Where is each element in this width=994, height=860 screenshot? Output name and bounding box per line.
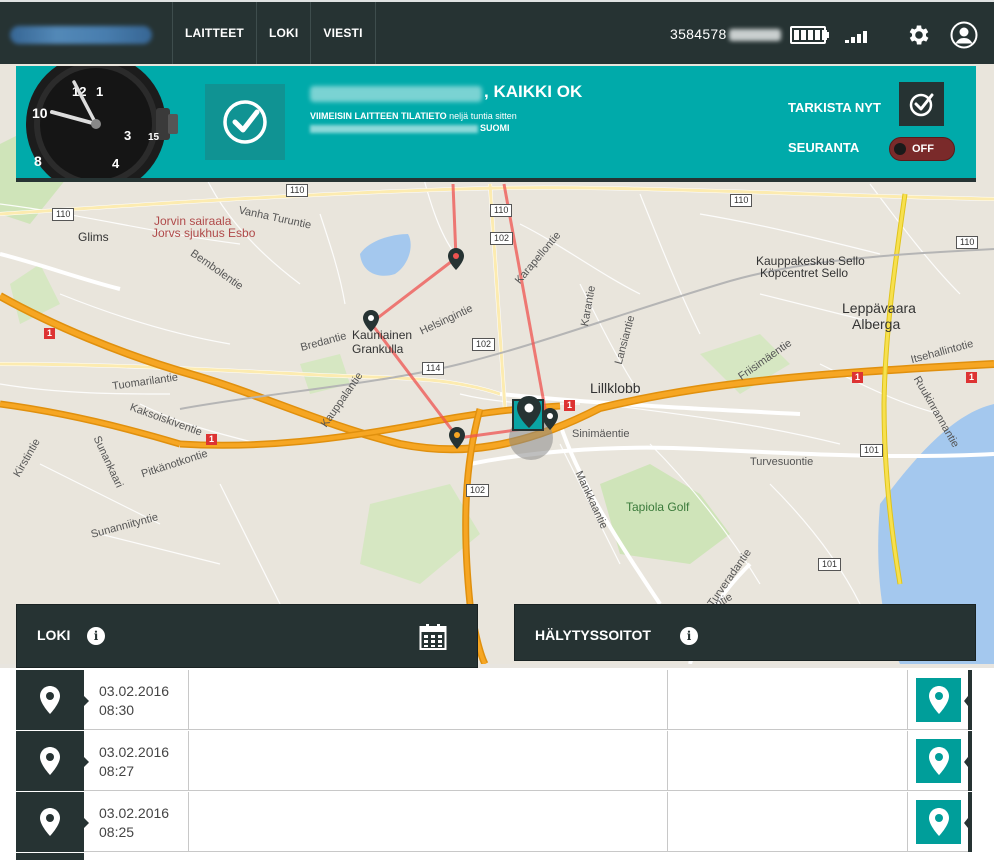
map-label: Leppävaara [842,300,916,316]
log-date: 03.02.2016 [99,744,170,760]
log-datetime: 03.02.2016 08:27 [99,743,169,781]
calendar-icon[interactable] [419,623,447,651]
svg-text:10: 10 [32,105,48,121]
map-label: Alberga [852,316,901,332]
latest-status-time: neljä tuntia sitten [446,111,517,121]
info-icon[interactable]: i [87,627,105,645]
location-pin-icon [928,686,949,714]
map-label: Grankulla [352,342,404,356]
location-pin-icon[interactable] [16,853,84,860]
check-now-label: TARKISTA NYT [788,100,881,115]
brand-logo[interactable] [10,26,152,44]
check-now-button[interactable] [899,82,944,126]
toggle-knob [894,143,906,155]
road-shield: 101 [818,558,842,571]
location-pin-icon [928,747,949,775]
road-shield: 110 [52,208,75,221]
watch-image: 12 1 3 15 10 8 4 [16,66,186,178]
log-row[interactable]: 03.02.2016 08:25 [16,792,972,852]
svg-text:4: 4 [112,156,120,171]
map-label: Jorvs sjukhus Esbo [152,226,256,240]
road-shield: 101 [860,444,884,457]
info-icon[interactable]: i [680,627,698,645]
log-date: 03.02.2016 [99,805,170,821]
follow-label: SEURANTA [788,140,860,155]
map-label: Sinimäentie [572,428,630,440]
location-pin-icon[interactable] [16,731,89,791]
map-label: Köpcentret Sello [760,266,849,280]
signal-bars-icon [845,29,869,43]
log-row[interactable] [16,853,972,860]
loki-header: LOKI i [16,604,478,668]
toggle-state: OFF [912,143,934,155]
nav-links: LAITTEET LOKI VIESTI [172,2,376,64]
map-label: Lillklobb [590,380,641,396]
latest-status-label: VIIMEISIN LAITTEEN TILATIETO [310,111,447,121]
location-country: SUOMI [480,123,510,133]
log-datetime: 03.02.2016 08:30 [99,682,169,720]
halytys-title: HÄLYTYSSOITOT [535,627,651,643]
map-label: Glims [78,230,109,244]
check-circle-icon [223,100,267,144]
log-date: 03.02.2016 [99,683,170,699]
halytys-header: HÄLYTYSSOITOT i [514,604,976,661]
highway-shield: 1 [852,372,864,383]
highway-shield: 1 [564,400,576,411]
log-row[interactable]: 03.02.2016 08:27 [16,731,972,791]
loki-title: LOKI [37,627,71,643]
device-name-redacted [310,86,482,102]
log-datetime: 03.02.2016 08:25 [99,804,169,842]
highway-shield: 1 [206,434,218,445]
highway-shield: 1 [44,328,56,339]
highway-shield: 1 [966,372,978,383]
phone-number-redacted [728,29,781,42]
svg-text:15: 15 [148,132,160,143]
top-navigation: LAITTEET LOKI VIESTI 3584578 [0,0,994,64]
status-ok-badge [205,84,285,160]
svg-text:1: 1 [96,84,103,99]
road-shield: 110 [490,204,513,217]
phone-number: 3584578 [670,26,781,42]
log-time: 08:25 [99,824,135,840]
road-shield: 102 [490,232,514,245]
svg-text:3: 3 [124,128,131,143]
map-label: Kauniainen [352,328,413,342]
status-title: , KAIKKI OK [484,82,583,101]
nav-link-laitteet[interactable]: LAITTEET [172,2,256,64]
road-shield: 102 [472,338,496,351]
address-redacted [310,124,478,133]
log-list: 03.02.2016 08:30 03.02.2016 08:27 03.02.20… [0,668,994,860]
location-pin-icon [928,808,949,836]
show-on-map-button[interactable] [916,678,961,722]
road-shield: 102 [466,484,490,497]
map-label: Tapiola Golf [626,500,690,514]
gear-icon[interactable] [906,22,932,48]
location-pin-icon[interactable] [16,670,89,730]
log-time: 08:30 [99,702,135,718]
log-time: 08:27 [99,763,135,779]
check-circle-icon [909,93,933,117]
road-shield: 110 [286,184,309,197]
battery-full-icon [790,26,829,44]
status-banner: 12 1 3 15 10 8 4 , KAIKKI OK VIIMEISIN L… [16,66,976,182]
follow-toggle[interactable]: OFF [889,137,955,161]
map-label: Turvesuontie [750,456,814,468]
road-shield: 114 [422,362,445,375]
road-shield: 110 [956,236,979,249]
nav-link-loki[interactable]: LOKI [255,2,310,64]
show-on-map-button[interactable] [916,739,961,783]
svg-text:8: 8 [34,153,42,169]
user-icon[interactable] [950,21,978,49]
nav-link-viesti[interactable]: VIESTI [310,2,374,64]
road-shield: 110 [730,194,753,207]
show-on-map-button[interactable] [916,800,961,844]
phone-number-prefix: 3584578 [670,26,727,42]
status-subtitle: VIIMEISIN LAITTEEN TILATIETO neljä tunti… [310,110,517,134]
location-pin-icon[interactable] [16,792,89,852]
log-row[interactable]: 03.02.2016 08:30 [16,670,972,730]
